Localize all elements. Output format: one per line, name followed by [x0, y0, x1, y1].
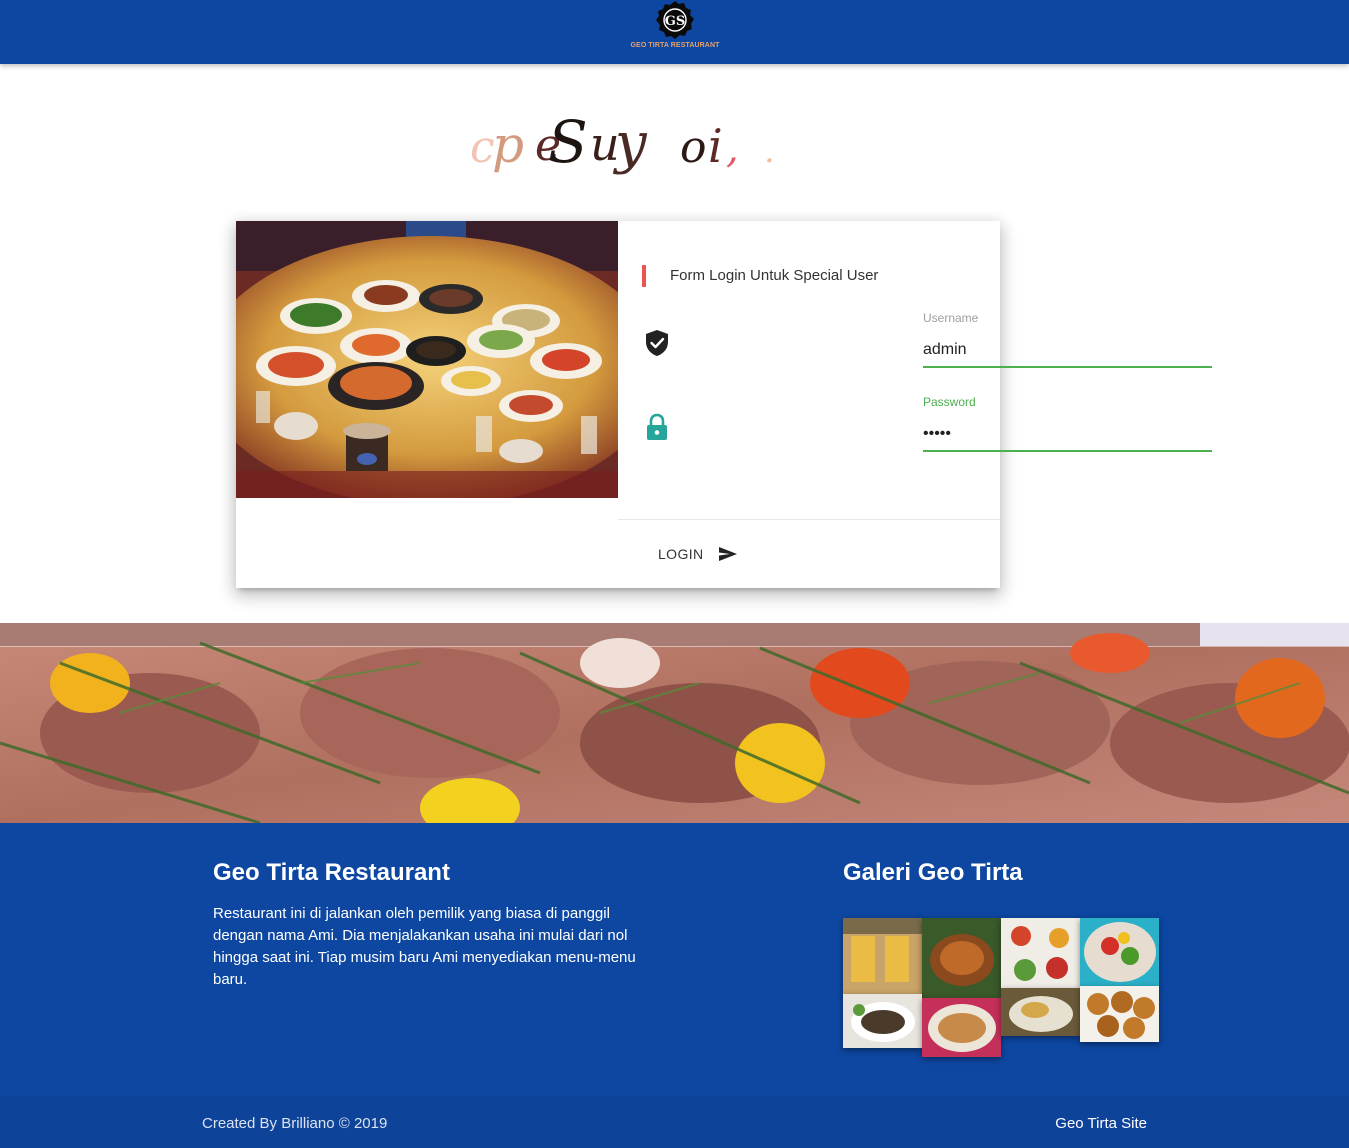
send-icon [718, 547, 737, 561]
gt-monogram-badge-icon: GS [656, 1, 694, 39]
steak-plate-photo[interactable] [843, 994, 922, 1048]
page-footer: Geo Tirta Restaurant Restaurant ini di j… [0, 823, 1349, 1096]
username-input[interactable] [923, 334, 1212, 368]
login-button[interactable]: LOGIN [648, 538, 748, 570]
grilled-skewers-rosemary-photo [0, 623, 1349, 823]
svg-text:GS: GS [665, 14, 686, 29]
copyright-text: Created By Brilliano © 2019 [202, 1115, 388, 1132]
brand-logo-link[interactable]: GS GEO TIRTA RESTAURANT [625, 0, 725, 60]
site-link[interactable]: Geo Tirta Site [1055, 1115, 1147, 1132]
footer-about-text: Restaurant ini di jalankan oleh pemilik … [213, 905, 636, 988]
login-card: Form Login Untuk Special User Username P… [236, 221, 1212, 588]
verified-shield-icon [646, 330, 668, 356]
svg-text:y: y [612, 111, 648, 176]
svg-text:c: c [470, 122, 495, 173]
salad-platter-photo[interactable] [1001, 918, 1080, 988]
footer-gallery-title: Galeri Geo Tirta [843, 859, 1023, 886]
svg-text:p: p [492, 116, 524, 174]
password-input[interactable] [923, 418, 1212, 452]
mixed-salad-photo[interactable] [1080, 918, 1159, 986]
login-button-label: LOGIN [658, 546, 704, 562]
footer-copyright-bar: Created By Brilliano © 2019 Geo Tirta Si… [0, 1096, 1349, 1148]
lock-icon [647, 413, 667, 440]
login-form: Form Login Untuk Special User Username P… [618, 221, 1212, 520]
svg-text:S: S [548, 108, 588, 176]
banquet-table-food-photo [236, 221, 618, 498]
footer-about-title: Geo Tirta Restaurant [213, 859, 450, 886]
svg-text:,: , [726, 126, 739, 172]
special-script-title: c p e S u y o i , . [470, 108, 775, 176]
password-label: Password [923, 395, 976, 409]
svg-text:o: o [680, 122, 707, 173]
form-title-accent [642, 265, 646, 287]
svg-text:.: . [764, 131, 775, 171]
curry-bowl-photo[interactable] [922, 918, 1001, 998]
fried-balls-photo[interactable] [1080, 986, 1159, 1042]
iced-drinks-photo[interactable] [843, 918, 922, 994]
rice-dish-photo[interactable] [1001, 988, 1080, 1036]
top-navbar: GS GEO TIRTA RESTAURANT [0, 0, 1349, 64]
form-title: Form Login Untuk Special User [670, 267, 879, 284]
noodle-plate-photo[interactable] [922, 998, 1001, 1057]
food-gallery [843, 918, 1161, 1058]
brand-name: GEO TIRTA RESTAURANT [630, 42, 720, 49]
username-label: Username [923, 311, 979, 325]
svg-text:i: i [708, 119, 723, 173]
card-action-bar: LOGIN [618, 519, 1000, 588]
